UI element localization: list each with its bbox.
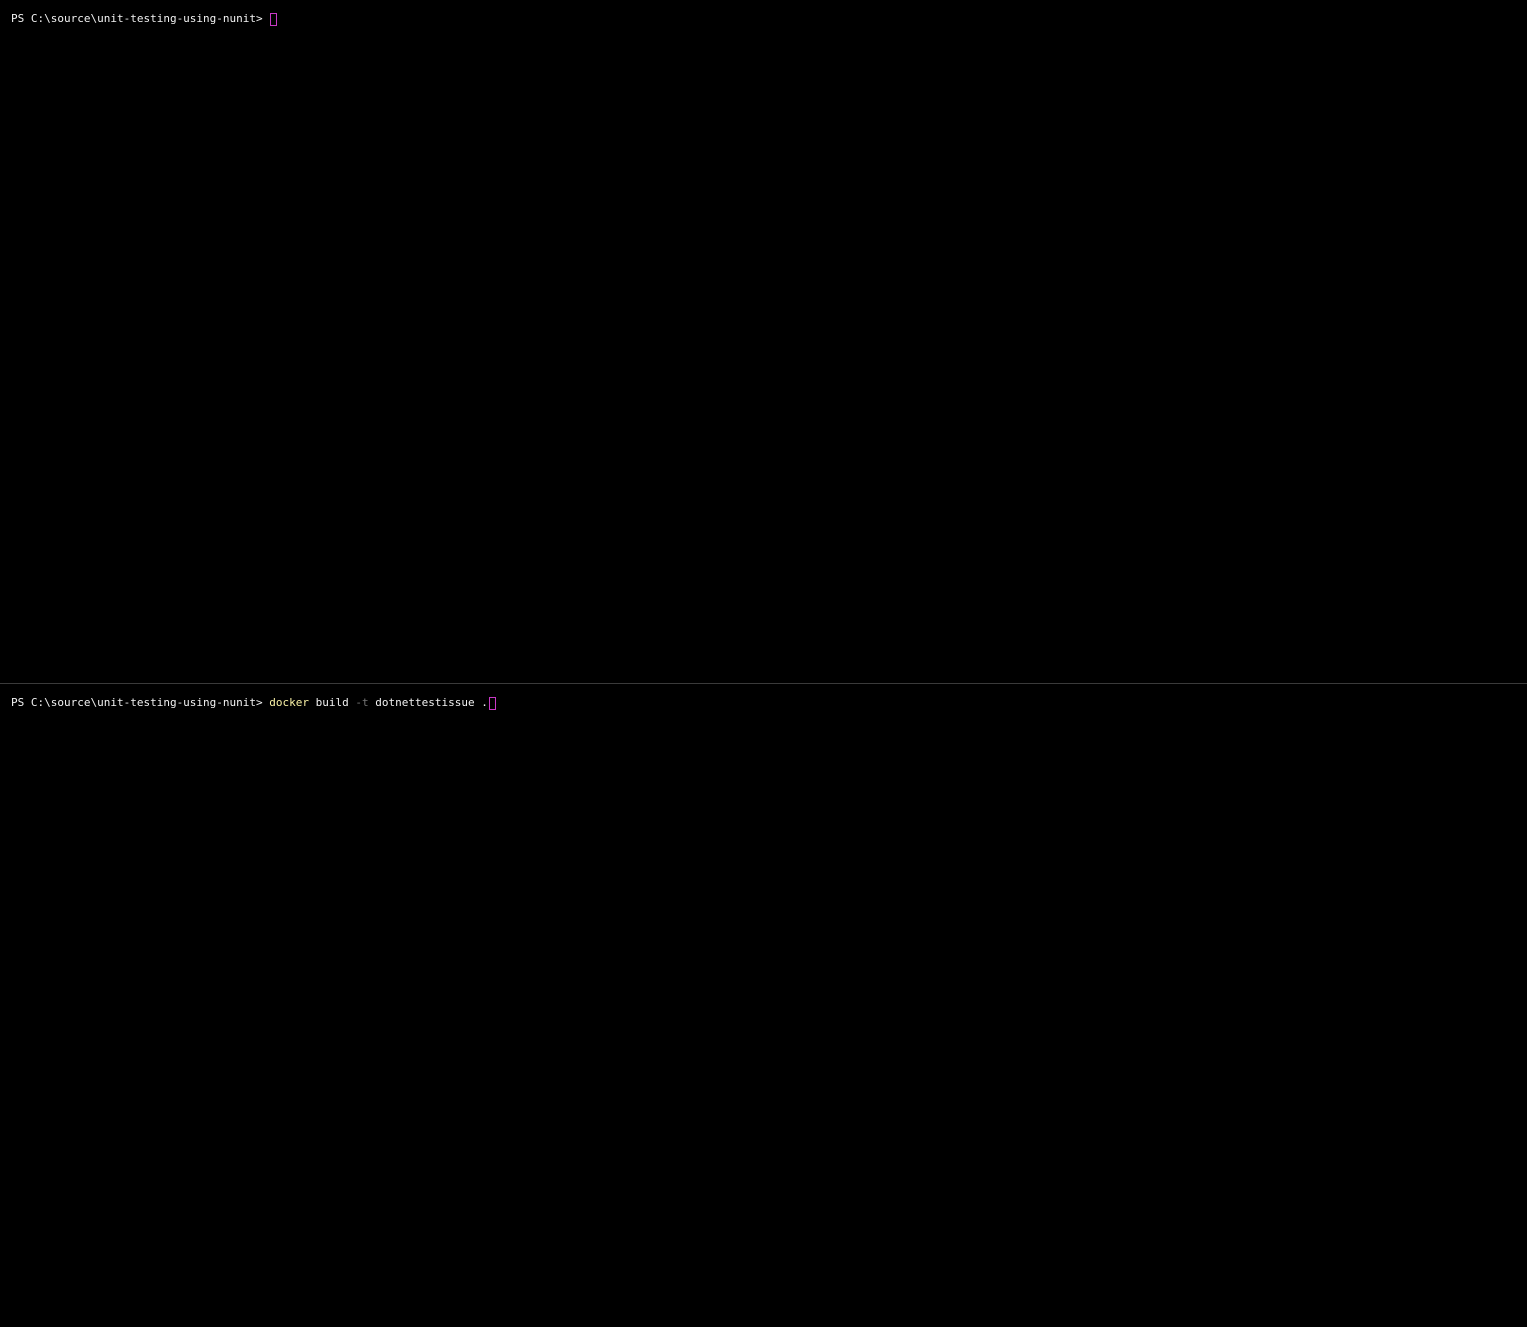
cursor-icon [270, 12, 278, 26]
command-argument: build [309, 696, 356, 709]
terminal-pane-top[interactable]: PS C:\source\unit-testing-using-nunit> [0, 0, 1527, 683]
command-flag: -t [355, 696, 369, 709]
terminal-window[interactable]: PS C:\source\unit-testing-using-nunit> P… [0, 0, 1527, 1327]
cursor-icon [488, 696, 496, 710]
prompt-text: PS C:\source\unit-testing-using-nunit> [11, 12, 270, 25]
prompt-line[interactable]: PS C:\source\unit-testing-using-nunit> d… [11, 696, 496, 710]
terminal-pane-bottom[interactable]: PS C:\source\unit-testing-using-nunit> d… [0, 684, 1527, 1327]
prompt-text: PS C:\source\unit-testing-using-nunit> [11, 696, 270, 709]
command-argument: dotnettestissue . [368, 696, 488, 709]
prompt-line[interactable]: PS C:\source\unit-testing-using-nunit> [11, 12, 278, 26]
command-name: docker [269, 696, 310, 709]
